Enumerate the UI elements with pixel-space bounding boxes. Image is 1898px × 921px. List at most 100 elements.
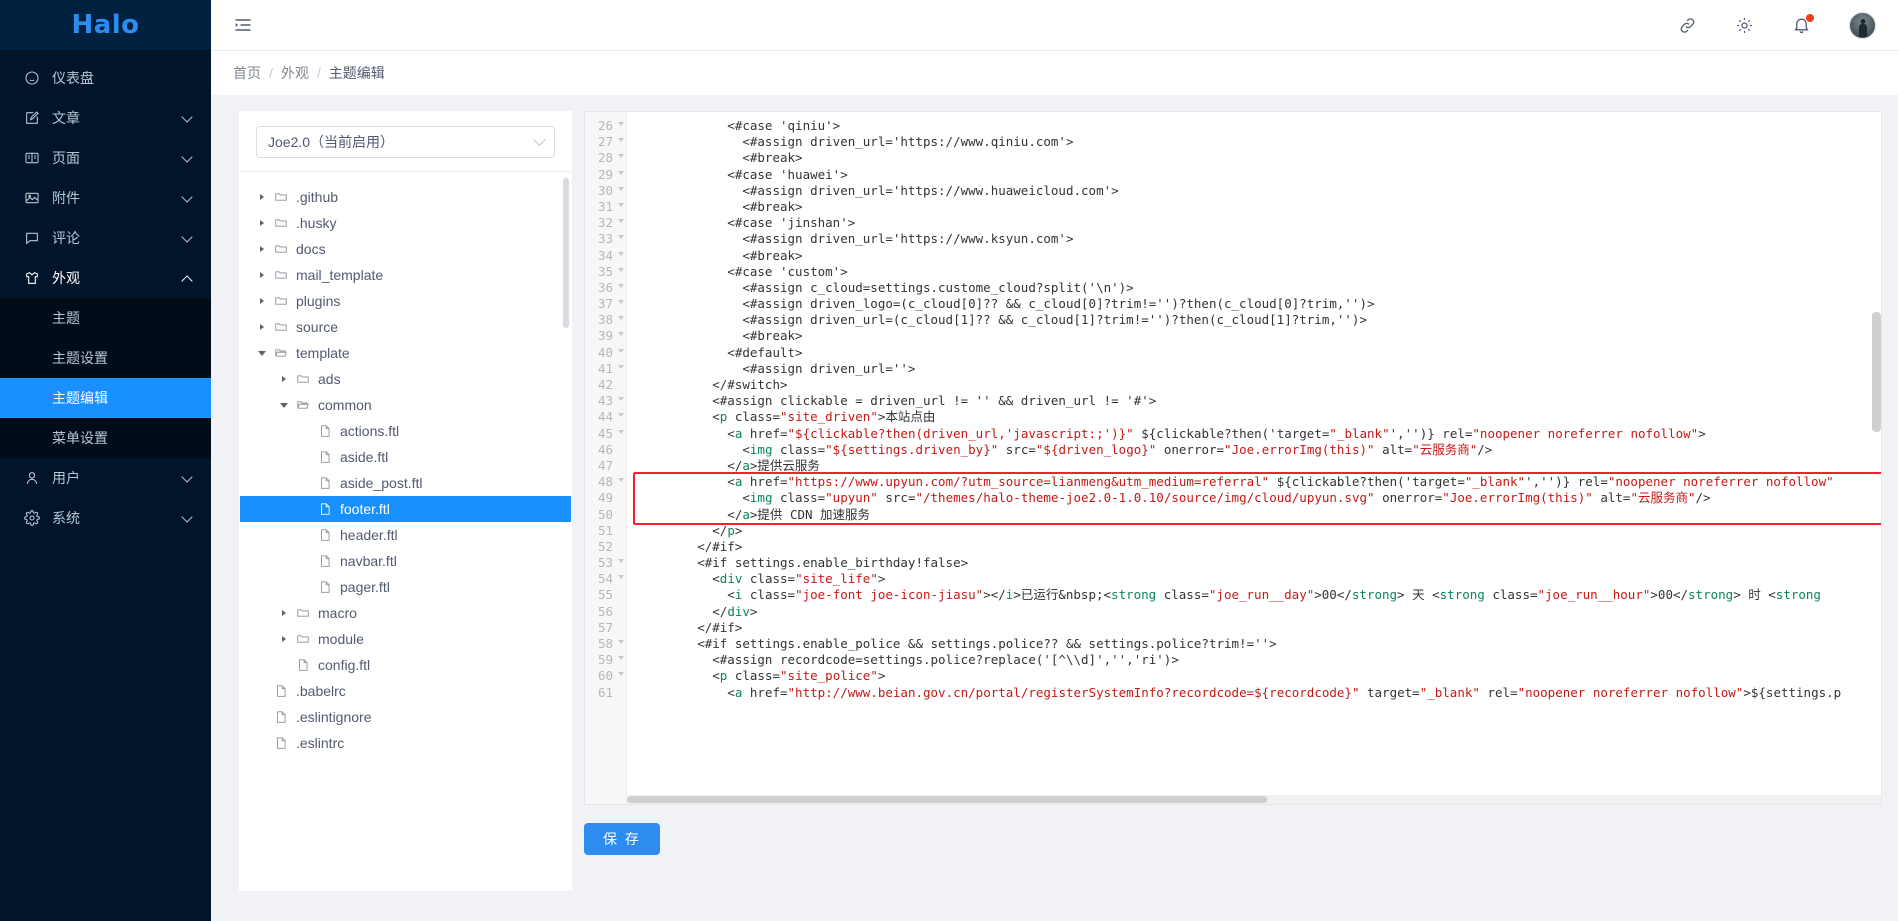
code-line[interactable]: <p class="site_police"> bbox=[637, 668, 1881, 684]
tree-folder-row[interactable]: docs bbox=[240, 236, 571, 262]
tree-file-row[interactable]: aside.ftl bbox=[240, 444, 571, 470]
code-line[interactable]: <#assign driven_logo=(c_cloud[0]?? && c_… bbox=[637, 296, 1881, 312]
chevron-right-icon[interactable] bbox=[256, 246, 268, 252]
code-line[interactable]: </#if> bbox=[637, 620, 1881, 636]
code-line[interactable]: <#default> bbox=[637, 345, 1881, 361]
menu-fold-icon[interactable] bbox=[233, 15, 253, 35]
tree-folder-row[interactable]: plugins bbox=[240, 288, 571, 314]
code-line[interactable]: <#case 'qiniu'> bbox=[637, 118, 1881, 134]
code-line[interactable]: </a>提供 CDN 加速服务 bbox=[637, 507, 1881, 523]
code-fold-icon[interactable] bbox=[618, 575, 624, 580]
code-line[interactable]: <#assign c_cloud=settings.custome_cloud?… bbox=[637, 280, 1881, 296]
code-fold-icon[interactable] bbox=[618, 122, 624, 126]
code-fold-icon[interactable] bbox=[618, 267, 624, 272]
code-fold-icon[interactable] bbox=[618, 429, 624, 434]
tree-file-row[interactable]: .babelrc bbox=[240, 678, 571, 704]
tree-folder-row[interactable]: .github bbox=[240, 184, 571, 210]
gear-icon[interactable] bbox=[1735, 16, 1754, 35]
scrollbar-thumb[interactable] bbox=[627, 796, 1267, 803]
chevron-right-icon[interactable] bbox=[256, 220, 268, 226]
chevron-down-icon[interactable] bbox=[278, 402, 290, 408]
logo[interactable]: Halo bbox=[0, 0, 211, 50]
code-line[interactable]: <#if settings.enable_police && settings.… bbox=[637, 636, 1881, 652]
tree-folder-row[interactable]: template bbox=[240, 340, 571, 366]
code-fold-icon[interactable] bbox=[618, 202, 624, 207]
tree-folder-row[interactable]: .husky bbox=[240, 210, 571, 236]
chevron-right-icon[interactable] bbox=[278, 636, 290, 642]
breadcrumb-item-home[interactable]: 首页 bbox=[233, 63, 261, 83]
code-line[interactable]: <a href="https://www.upyun.com/?utm_sour… bbox=[637, 474, 1881, 490]
tree-folder-row[interactable]: common bbox=[240, 392, 571, 418]
code-line[interactable]: <#break> bbox=[637, 248, 1881, 264]
tree-folder-row[interactable]: module bbox=[240, 626, 571, 652]
sidebar-subitem-menu-settings[interactable]: 菜单设置 bbox=[0, 418, 211, 458]
save-button[interactable]: 保 存 bbox=[584, 823, 660, 855]
chevron-right-icon[interactable] bbox=[256, 298, 268, 304]
chevron-down-icon[interactable] bbox=[256, 350, 268, 356]
tree-file-row[interactable]: header.ftl bbox=[240, 522, 571, 548]
code-line[interactable]: <img class="upyun" src="/themes/halo-the… bbox=[637, 490, 1881, 506]
code-line[interactable]: <#assign driven_url=''> bbox=[637, 361, 1881, 377]
code-fold-icon[interactable] bbox=[618, 251, 624, 256]
code-content[interactable]: <#case 'qiniu'> <#assign driven_url='htt… bbox=[627, 112, 1881, 804]
tree-file-row[interactable]: aside_post.ftl bbox=[240, 470, 571, 496]
editor-horizontal-scrollbar[interactable] bbox=[627, 795, 1881, 804]
code-line[interactable]: <#assign driven_url='https://www.ksyun.c… bbox=[637, 231, 1881, 247]
tree-folder-row[interactable]: ads bbox=[240, 366, 571, 392]
code-fold-icon[interactable] bbox=[618, 348, 624, 353]
code-fold-icon[interactable] bbox=[618, 219, 624, 224]
sidebar-subitem-theme-editor[interactable]: 主题编辑 bbox=[0, 378, 211, 418]
chevron-right-icon[interactable] bbox=[256, 194, 268, 200]
editor-vertical-scrollbar[interactable] bbox=[1872, 312, 1881, 432]
theme-select[interactable]: Joe2.0（当前启用） bbox=[256, 126, 555, 158]
code-fold-icon[interactable] bbox=[618, 283, 624, 288]
sidebar-item-dashboard[interactable]: 仪表盘 bbox=[0, 58, 211, 98]
tree-folder-row[interactable]: source bbox=[240, 314, 571, 340]
sidebar-item-appearance[interactable]: 外观 bbox=[0, 258, 211, 298]
code-line[interactable]: <#break> bbox=[637, 150, 1881, 166]
code-line[interactable]: <#if settings.enable_birthday!false> bbox=[637, 555, 1881, 571]
sidebar-subitem-theme-settings[interactable]: 主题设置 bbox=[0, 338, 211, 378]
code-fold-icon[interactable] bbox=[618, 640, 624, 644]
tree-file-row[interactable]: footer.ftl bbox=[240, 496, 571, 522]
code-line[interactable]: <p class="site_driven">本站点由 bbox=[637, 409, 1881, 425]
code-fold-icon[interactable] bbox=[618, 559, 624, 564]
sidebar-item-users[interactable]: 用户 bbox=[0, 458, 211, 498]
chevron-right-icon[interactable] bbox=[256, 324, 268, 330]
code-line[interactable]: <#break> bbox=[637, 199, 1881, 215]
chevron-right-icon[interactable] bbox=[278, 610, 290, 616]
code-line[interactable]: <#assign recordcode=settings.police?repl… bbox=[637, 652, 1881, 668]
code-line[interactable]: <#assign clickable = driven_url != '' &&… bbox=[637, 393, 1881, 409]
code-fold-icon[interactable] bbox=[618, 186, 624, 191]
code-fold-icon[interactable] bbox=[618, 300, 624, 305]
code-line[interactable]: <#case 'jinshan'> bbox=[637, 215, 1881, 231]
code-line[interactable]: </#if> bbox=[637, 539, 1881, 555]
code-editor[interactable]: 26 27 28 29 30 31 32 33 34 35 36 37 38 39 40 41 42 43 44 45… bbox=[584, 111, 1882, 805]
code-line[interactable]: <a href="http://www.beian.gov.cn/portal/… bbox=[637, 685, 1881, 701]
breadcrumb-item-appearance[interactable]: 外观 bbox=[281, 63, 309, 83]
code-line[interactable]: <#assign driven_url='https://www.qiniu.c… bbox=[637, 134, 1881, 150]
code-fold-icon[interactable] bbox=[618, 656, 624, 661]
code-line[interactable]: <i class="joe-font joe-icon-jiasu"></i>已… bbox=[637, 587, 1881, 603]
tree-file-row[interactable]: .eslintignore bbox=[240, 704, 571, 730]
sidebar-item-attachments[interactable]: 附件 bbox=[0, 178, 211, 218]
code-line[interactable]: <img class="${settings.driven_by}" src="… bbox=[637, 442, 1881, 458]
code-fold-icon[interactable] bbox=[618, 316, 624, 321]
code-fold-icon[interactable] bbox=[618, 672, 624, 677]
tree-file-row[interactable]: pager.ftl bbox=[240, 574, 571, 600]
code-fold-icon[interactable] bbox=[618, 413, 624, 418]
chevron-right-icon[interactable] bbox=[278, 376, 290, 382]
avatar[interactable] bbox=[1849, 11, 1876, 39]
tree-file-row[interactable]: config.ftl bbox=[240, 652, 571, 678]
code-line[interactable]: </a>提供云服务 bbox=[637, 458, 1881, 474]
sidebar-item-system[interactable]: 系统 bbox=[0, 498, 211, 538]
tree-file-row[interactable]: navbar.ftl bbox=[240, 548, 571, 574]
code-line[interactable]: </#switch> bbox=[637, 377, 1881, 393]
sidebar-item-pages[interactable]: 页面 bbox=[0, 138, 211, 178]
sidebar-subitem-themes[interactable]: 主题 bbox=[0, 298, 211, 338]
code-fold-icon[interactable] bbox=[618, 478, 624, 483]
code-line[interactable]: <#assign driven_url='https://www.huaweic… bbox=[637, 183, 1881, 199]
tree-folder-row[interactable]: mail_template bbox=[240, 262, 571, 288]
tree-folder-row[interactable]: macro bbox=[240, 600, 571, 626]
code-line[interactable]: <#break> bbox=[637, 328, 1881, 344]
